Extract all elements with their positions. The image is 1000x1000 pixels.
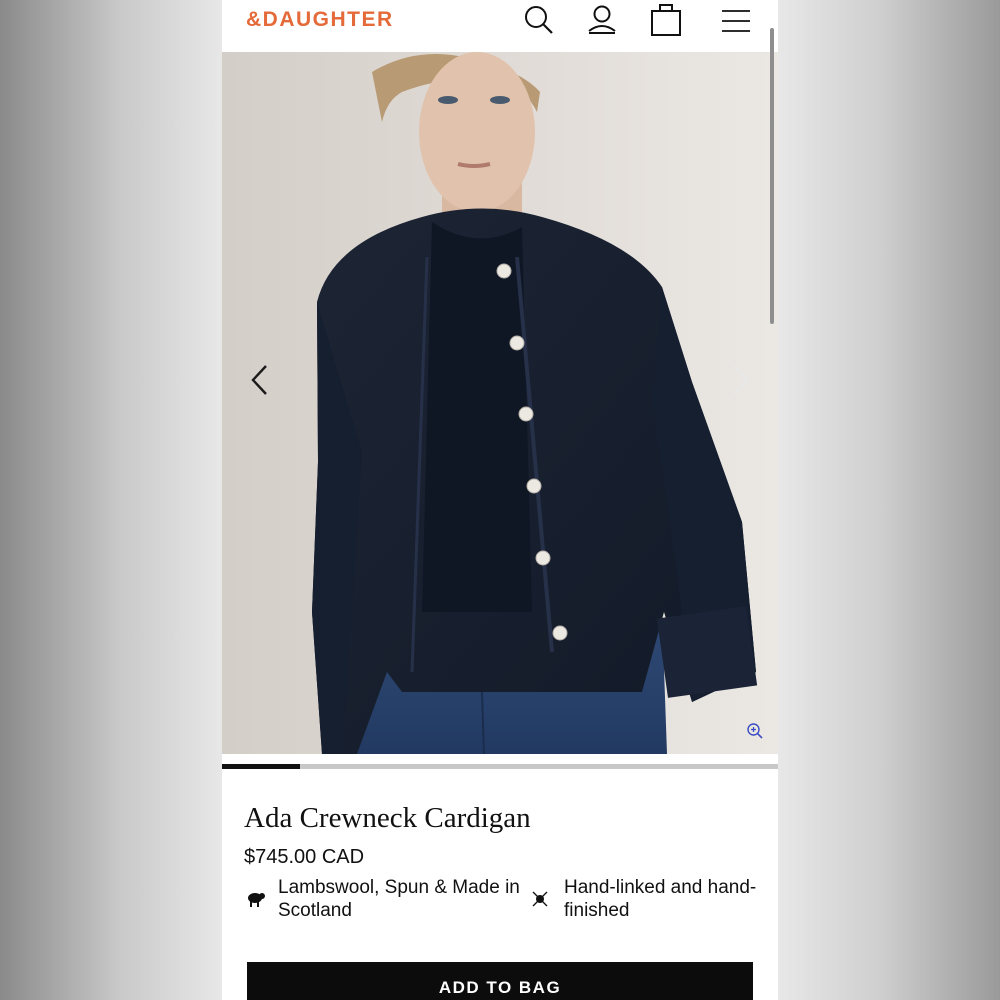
needle-icon [532,890,552,908]
site-header: &DAUGHTER [222,0,778,52]
gallery-progress-fill [222,764,300,769]
sheep-icon [246,890,266,908]
feature-handmade-text: Hand-linked and hand-finished [564,877,757,921]
chevron-right-icon[interactable] [724,360,756,400]
zoom-in-icon[interactable] [746,722,764,740]
chevron-left-icon[interactable] [244,360,276,400]
product-image-gallery[interactable] [222,52,778,754]
account-icon[interactable] [586,4,618,36]
add-to-bag-button[interactable]: ADD TO BAG [247,962,753,1000]
search-icon[interactable] [522,4,554,36]
scrollbar[interactable] [770,28,774,324]
bag-icon[interactable] [650,4,682,36]
gallery-progress-bar [222,764,778,769]
product-photo [222,52,778,754]
product-price: $745.00 CAD [244,846,365,868]
brand-logo[interactable]: &DAUGHTER [246,8,394,32]
mobile-page: &DAUGHTER Ada Crewneck Cardigan $745.00 … [222,0,778,1000]
menu-icon[interactable] [720,4,752,36]
feature-origin-text: Lambswool, Spun & Made in Scotland [278,877,520,921]
product-title: Ada Crewneck Cardigan [244,802,531,834]
